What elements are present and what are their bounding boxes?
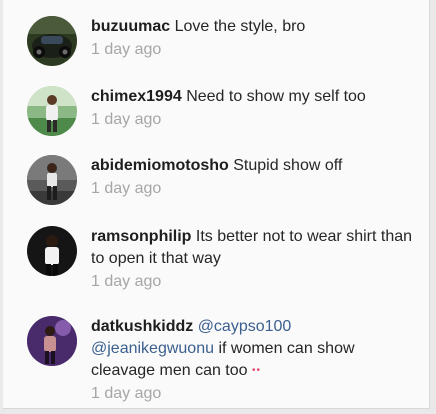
comment-text: Need to show my self too	[186, 88, 366, 105]
comment-content: buzuumac Love the style, bro 1 day ago	[91, 16, 421, 61]
user-avatar-person-outdoor-icon	[27, 86, 77, 136]
comment-username[interactable]: ramsonphilip	[91, 228, 191, 245]
comment-mention[interactable]: @caypso100	[198, 318, 292, 335]
avatar[interactable]	[27, 86, 77, 136]
avatar[interactable]	[27, 16, 77, 66]
comment-text: Stupid show off	[233, 157, 343, 174]
comment-timestamp: 1 day ago	[91, 273, 162, 290]
user-avatar-dark-car-icon	[27, 16, 77, 66]
comment-username[interactable]: abidemiomotosho	[91, 157, 229, 174]
avatar[interactable]	[27, 316, 77, 366]
avatar[interactable]	[27, 155, 77, 205]
comment-username[interactable]: buzuumac	[91, 18, 170, 35]
comment-content: abidemiomotosho Stupid show off 1 day ag…	[91, 155, 421, 200]
user-avatar-person-dark-icon	[27, 226, 77, 276]
comment-timestamp: 1 day ago	[91, 180, 162, 197]
comment-text: Love the style, bro	[174, 18, 306, 35]
comment-mention[interactable]: @jeanikegwuonu	[91, 340, 214, 357]
user-avatar-person-standing-icon	[27, 155, 77, 205]
comments-panel: buzuumac Love the style, bro 1 day ago c…	[3, 0, 430, 409]
comment-content: ramsonphilip Its better not to wear shir…	[91, 226, 421, 293]
comment-content: datkushkiddz @caypso100 @jeanikegwuonu i…	[91, 316, 421, 405]
heart-eyes-icon: ••	[252, 365, 262, 376]
comment-username[interactable]: chimex1994	[91, 88, 182, 105]
avatar[interactable]	[27, 226, 77, 276]
comment-timestamp: 1 day ago	[91, 41, 162, 58]
comment-timestamp: 1 day ago	[91, 385, 162, 402]
user-avatar-person-purple-icon	[27, 316, 77, 366]
comment-username[interactable]: datkushkiddz	[91, 318, 193, 335]
comment-content: chimex1994 Need to show my self too 1 da…	[91, 86, 421, 131]
comment-timestamp: 1 day ago	[91, 111, 162, 128]
